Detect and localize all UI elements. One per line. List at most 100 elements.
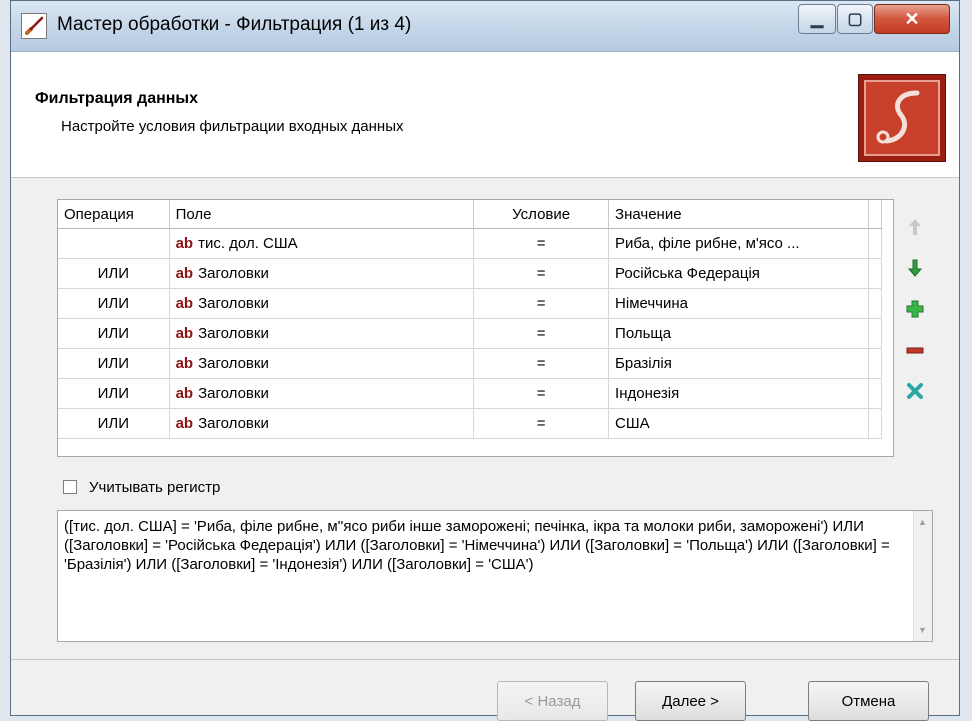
minus-icon [906,347,924,354]
cell-operation[interactable]: ИЛИ [58,318,170,349]
field-name: Заголовки [198,325,269,342]
cell-condition[interactable]: = [473,318,610,349]
cell-value[interactable]: Риба, філе рибне, м'ясо ... [608,228,869,259]
cell-value[interactable]: Російська Федерація [608,258,869,289]
cell-spacer [868,228,882,259]
cell-operation[interactable]: ИЛИ [58,378,170,409]
minimize-button[interactable]: ▁ [798,4,836,34]
table-row[interactable]: ИЛИ ab Заголовки = Бразілія [58,348,882,379]
string-type-icon: ab [175,295,194,312]
case-sensitive-option[interactable]: Учитывать регистр [63,477,220,497]
cell-value[interactable]: Польща [608,318,869,349]
cell-spacer [868,408,882,439]
filter-grid[interactable]: Операция Поле Условие Значение ab тис. до… [57,199,894,457]
table-row[interactable]: ИЛИ ab Заголовки = Індонезія [58,378,882,409]
filter-table: Операция Поле Условие Значение ab тис. до… [58,200,882,439]
wizard-window: Мастер обработки - Фильтрация (1 из 4) ▁… [10,0,960,716]
string-type-icon: ab [175,415,194,432]
move-down-button[interactable] [903,256,927,280]
page-subtitle: Настройте условия фильтрации входных дан… [61,118,404,135]
column-header-operation[interactable]: Операция [58,200,170,229]
wizard-header: Фильтрация данных Настройте условия филь… [11,52,959,178]
table-row[interactable]: ИЛИ ab Заголовки = Польща [58,318,882,349]
cell-value[interactable]: Індонезія [608,378,869,409]
cell-field[interactable]: ab Заголовки [169,318,475,349]
cell-condition[interactable]: = [473,258,610,289]
cell-value[interactable]: США [608,408,869,439]
cell-field[interactable]: ab тис. дол. США [169,228,475,259]
cell-spacer [868,318,882,349]
arrow-up-icon [909,219,921,235]
case-sensitive-checkbox[interactable] [63,480,77,494]
cell-spacer [868,288,882,319]
field-name: Заголовки [198,385,269,402]
cell-condition[interactable]: = [473,348,610,379]
next-button[interactable]: Далее > [635,681,746,721]
cell-spacer [868,378,882,409]
cell-operation[interactable]: ИЛИ [58,288,170,319]
cell-field[interactable]: ab Заголовки [169,348,475,379]
cell-operation[interactable] [58,228,170,259]
scroll-down-icon[interactable]: ▼ [918,625,927,635]
cell-condition[interactable]: = [473,228,610,259]
cell-field[interactable]: ab Заголовки [169,258,475,289]
cell-condition[interactable]: = [473,378,610,409]
maximize-icon: ▢ [847,11,863,28]
cell-value[interactable]: Бразілія [608,348,869,379]
table-header-row: Операция Поле Условие Значение [58,200,882,229]
column-header-condition[interactable]: Условие [473,200,610,229]
cell-field[interactable]: ab Заголовки [169,408,475,439]
remove-condition-button[interactable] [903,338,927,362]
string-type-icon: ab [175,325,194,342]
cell-spacer [868,258,882,289]
column-header-value[interactable]: Значение [608,200,869,229]
plus-icon [906,300,924,318]
row-toolbar [903,215,933,420]
field-name: Заголовки [198,415,269,432]
brush-icon [21,13,47,39]
close-button[interactable]: ✕ [874,4,950,34]
cell-condition[interactable]: = [473,408,610,439]
move-up-button[interactable] [903,215,927,239]
string-type-icon: ab [175,235,194,252]
window-title: Мастер обработки - Фильтрация (1 из 4) [57,14,412,35]
column-header-field[interactable]: Поле [169,200,475,229]
expression-text: ([тис. дол. США] = 'Риба, філе рибне, м'… [64,518,890,573]
expression-scrollbar[interactable]: ▲ ▼ [913,511,932,641]
cancel-button[interactable]: Отмена [808,681,929,721]
page-title: Фильтрация данных [35,90,198,107]
table-row[interactable]: ИЛИ ab Заголовки = Російська Федерація [58,258,882,289]
cell-operation[interactable]: ИЛИ [58,258,170,289]
string-type-icon: ab [175,355,194,372]
arrow-down-icon [907,259,923,277]
cell-operation[interactable]: ИЛИ [58,408,170,439]
table-row[interactable]: ИЛИ ab Заголовки = Німеччина [58,288,882,319]
field-name: Заголовки [198,355,269,372]
case-sensitive-label[interactable]: Учитывать регистр [89,479,220,496]
cell-condition[interactable]: = [473,288,610,319]
back-button[interactable]: < Назад [497,681,608,721]
cell-field[interactable]: ab Заголовки [169,288,475,319]
maximize-button[interactable]: ▢ [837,4,873,34]
add-condition-button[interactable] [903,297,927,321]
app-logo-icon [858,74,946,162]
clear-icon [907,383,923,399]
string-type-icon: ab [175,385,194,402]
cell-operation[interactable]: ИЛИ [58,348,170,379]
field-name: тис. дол. США [198,235,298,252]
cell-spacer [868,348,882,379]
close-icon: ✕ [904,8,920,29]
table-row[interactable]: ab тис. дол. США = Риба, філе рибне, м'яс… [58,228,882,259]
expression-box[interactable]: ([тис. дол. США] = 'Риба, філе рибне, м'… [57,510,933,642]
scroll-up-icon[interactable]: ▲ [918,517,927,527]
string-type-icon: ab [175,265,194,282]
clear-conditions-button[interactable] [903,379,927,403]
column-header-spacer [868,200,882,229]
cell-value[interactable]: Німеччина [608,288,869,319]
field-name: Заголовки [198,295,269,312]
field-name: Заголовки [198,265,269,282]
table-row[interactable]: ИЛИ ab Заголовки = США [58,408,882,439]
cell-field[interactable]: ab Заголовки [169,378,475,409]
minimize-icon: ▁ [810,11,824,28]
title-bar[interactable]: Мастер обработки - Фильтрация (1 из 4) ▁… [11,1,959,52]
